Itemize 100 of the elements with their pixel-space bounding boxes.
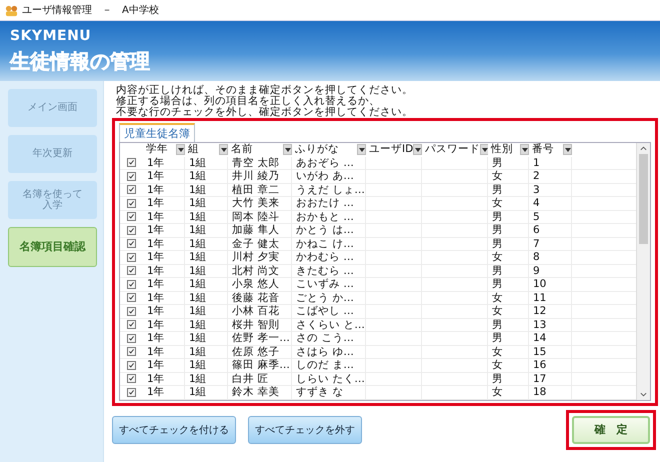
- step-label: 名簿を使って: [22, 188, 82, 200]
- row-checkbox[interactable]: [127, 347, 136, 356]
- table-cell: 1年: [147, 238, 165, 250]
- sidebar-step[interactable]: 名簿項目確認: [8, 227, 97, 267]
- row-checkbox[interactable]: [127, 212, 136, 222]
- table-cell: 1年: [147, 346, 165, 358]
- column-dropdown-button[interactable]: [563, 144, 572, 156]
- column-header: 番号: [532, 143, 554, 156]
- row-checkbox[interactable]: [127, 226, 136, 235]
- check-all-button[interactable]: すべてチェックを付ける: [112, 416, 236, 444]
- row-checkbox[interactable]: [127, 185, 136, 194]
- table-cell: 1組: [189, 372, 207, 384]
- table-cell: 男: [492, 156, 503, 168]
- table-cell: 青空 太郎: [232, 156, 280, 168]
- table-cell: 1年: [147, 170, 165, 182]
- table-cell: 男: [492, 278, 503, 290]
- row-checkbox[interactable]: [127, 306, 136, 316]
- row-checkbox[interactable]: [127, 280, 136, 289]
- scroll-up-icon[interactable]: [640, 146, 647, 151]
- table-cell: かねこ け…: [296, 238, 354, 250]
- table-cell: 2: [533, 170, 540, 182]
- column-dropdown-button[interactable]: [413, 144, 422, 156]
- table-cell: 1年: [147, 332, 165, 344]
- table-cell: 1年: [147, 386, 165, 398]
- table-cell: 金子 健太: [232, 238, 280, 250]
- page-title: 生徒情報の管理: [10, 48, 150, 74]
- column-header: 性別: [491, 143, 513, 156]
- table-cell: 1年: [147, 278, 165, 290]
- row-checkbox[interactable]: [127, 374, 136, 384]
- row-checkbox[interactable]: [127, 388, 136, 397]
- instruction-text: 修正する場合は、列の項目名を正しく入れ替えるか、: [116, 96, 381, 107]
- tab[interactable]: 児童生徒名簿: [119, 123, 195, 142]
- table-cell: 1組: [189, 278, 207, 290]
- table-cell: 11: [533, 292, 546, 304]
- confirm-button[interactable]: 確 定: [572, 416, 650, 444]
- row-checkbox[interactable]: [127, 198, 136, 208]
- table-cell: 1年: [147, 359, 165, 371]
- table-cell: 男: [492, 264, 503, 276]
- row-checkbox[interactable]: [127, 172, 136, 181]
- table-cell: 16: [533, 359, 546, 371]
- table-cell: 1年: [147, 210, 165, 222]
- table-cell: 1年: [147, 305, 165, 317]
- step-label: 入学: [42, 200, 62, 212]
- row-checkbox[interactable]: [127, 252, 136, 262]
- column-header: 学年: [146, 143, 168, 156]
- table-cell: 18: [533, 386, 546, 398]
- table-cell: 7: [533, 238, 540, 250]
- column-dropdown-button[interactable]: [520, 144, 529, 156]
- table-cell: 1年: [147, 292, 165, 304]
- table-cell: ごとう か…: [296, 292, 354, 304]
- table-cell: 女: [492, 170, 503, 182]
- table-cell: しらい たく…: [296, 372, 365, 384]
- row-checkbox[interactable]: [127, 334, 136, 343]
- table-cell: 佐原 悠子: [232, 346, 280, 358]
- table-cell: 男: [492, 210, 503, 222]
- table-cell: 1年: [147, 318, 165, 330]
- app-icon: [5, 4, 18, 16]
- table-cell: 川村 夕実: [232, 251, 280, 263]
- column-dropdown-button[interactable]: [176, 144, 185, 156]
- table-cell: 17: [533, 372, 546, 384]
- column-header: ユーザID: [369, 143, 414, 156]
- scroll-thumb[interactable]: [639, 154, 648, 244]
- table-cell: 女: [492, 197, 503, 209]
- table-cell: 北村 尚文: [232, 264, 280, 276]
- table-cell: 井川 綾乃: [232, 170, 280, 182]
- table-cell: 桜井 智則: [232, 318, 280, 330]
- table-cell: 4: [533, 197, 540, 209]
- table-cell: 佐野 孝一…: [232, 332, 290, 344]
- table-cell: 女: [492, 359, 503, 371]
- column-dropdown-button[interactable]: [357, 144, 366, 156]
- column-header: 組: [188, 143, 199, 156]
- row-checkbox[interactable]: [127, 239, 136, 248]
- step-label: 名簿項目確認: [20, 240, 86, 254]
- row-checkbox[interactable]: [127, 360, 136, 370]
- table-cell: 加藤 隼人: [232, 224, 280, 236]
- scroll-down-icon[interactable]: [640, 392, 647, 396]
- table-cell: こいずみ …: [296, 278, 354, 290]
- row-checkbox[interactable]: [127, 266, 136, 276]
- table-cell: 男: [492, 224, 503, 236]
- table-cell: 女: [492, 346, 503, 358]
- table-cell: 男: [492, 184, 503, 196]
- row-checkbox[interactable]: [127, 293, 136, 302]
- table-cell: 1組: [189, 210, 207, 222]
- table-cell: 1組: [189, 251, 207, 263]
- caret-icon: [522, 148, 528, 152]
- table-cell: きたむら …: [296, 264, 354, 276]
- scrollbar[interactable]: [636, 143, 650, 400]
- caret-icon: [358, 148, 364, 152]
- column-dropdown-button[interactable]: [480, 144, 488, 156]
- column-dropdown-button[interactable]: [283, 144, 292, 156]
- table-cell: さの こう…: [296, 332, 354, 344]
- table-cell: 8: [533, 251, 540, 263]
- uncheck-all-button[interactable]: すべてチェックを外す: [248, 416, 362, 444]
- table-cell: おかもと …: [296, 210, 354, 222]
- row-checkbox[interactable]: [127, 158, 136, 168]
- caret-icon: [482, 148, 488, 152]
- column-dropdown-button[interactable]: [219, 144, 228, 156]
- instruction-text: 不要な行のチェックを外し、確定ボタンを押してください。: [116, 107, 414, 118]
- row-checkbox[interactable]: [127, 320, 136, 330]
- caret-icon: [220, 148, 226, 152]
